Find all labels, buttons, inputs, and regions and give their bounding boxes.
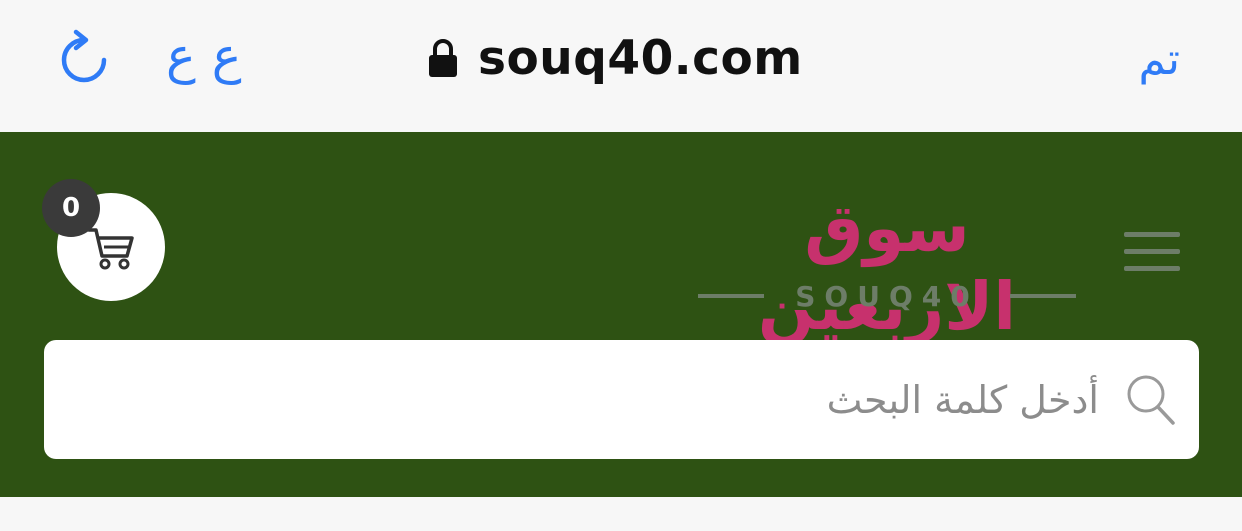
site-logo[interactable]: سوق الاربعين SOUQ40: [698, 190, 1076, 345]
logo-subtitle: SOUQ40: [698, 276, 1076, 316]
search-placeholder: أدخل كلمة البحث: [826, 378, 1099, 422]
reload-icon[interactable]: [60, 28, 112, 86]
search-icon: [1127, 375, 1175, 425]
url-text: souq40.com: [478, 30, 803, 86]
logo-divider-line: [1009, 294, 1076, 298]
hamburger-menu-icon[interactable]: [1124, 232, 1180, 272]
search-input[interactable]: أدخل كلمة البحث: [44, 340, 1199, 459]
cart-icon: [87, 228, 134, 270]
lock-icon: [429, 39, 457, 77]
address-bar[interactable]: souq40.com: [428, 26, 803, 90]
logo-latin-text: SOUQ40: [795, 279, 979, 313]
text-size-button[interactable]: ع ع: [166, 26, 242, 86]
logo-divider-line: [698, 294, 764, 298]
browser-top-bar: ع ع souq40.com تم: [0, 0, 1242, 132]
logo-arabic-text: سوق الاربعين: [757, 190, 1017, 345]
done-button[interactable]: تم: [1138, 30, 1180, 90]
cart-count-badge: 0: [42, 179, 100, 237]
site-header: 0 سوق الاربعين SOUQ40 أدخل كلمة البحث: [0, 132, 1242, 497]
